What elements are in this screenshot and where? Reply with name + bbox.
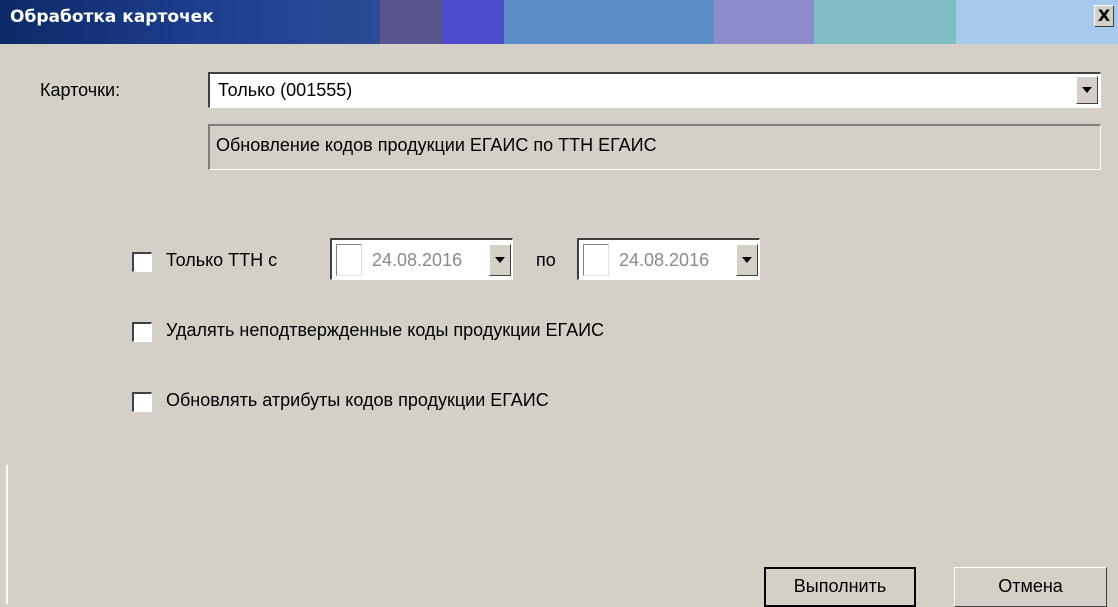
date-to-picker[interactable]: 24.08.2016 xyxy=(577,238,760,280)
window-title: Обработка карточек xyxy=(10,7,214,27)
title-bar: Обработка карточек X xyxy=(0,0,1118,44)
delete-unconfirmed-label: Удалять неподтвержденные коды продукции … xyxy=(166,320,605,340)
title-gradient xyxy=(442,0,504,44)
date-to-checkbox[interactable] xyxy=(583,244,609,276)
chevron-down-icon[interactable] xyxy=(736,244,758,276)
date-to-value: 24.08.2016 xyxy=(619,250,710,270)
close-button[interactable]: X xyxy=(1094,5,1114,27)
only-ttn-checkbox[interactable] xyxy=(132,252,152,272)
execute-button[interactable]: Выполнить xyxy=(764,567,916,607)
cards-description-field: Обновление кодов продукции ЕГАИС по ТТН … xyxy=(208,124,1101,170)
chevron-down-icon[interactable] xyxy=(489,244,511,276)
cards-selected-value: Только (001555) xyxy=(218,80,353,100)
title-gradient xyxy=(714,0,814,44)
title-gradient xyxy=(814,0,956,44)
chevron-down-icon[interactable] xyxy=(1076,76,1098,104)
date-range-to-label: по xyxy=(536,250,556,270)
delete-unconfirmed-checkbox[interactable] xyxy=(132,322,152,342)
cards-label: Карточки: xyxy=(40,80,121,100)
cards-description: Обновление кодов продукции ЕГАИС по ТТН … xyxy=(216,135,657,155)
update-attributes-label: Обновлять атрибуты кодов продукции ЕГАИС xyxy=(166,390,549,410)
title-gradient xyxy=(504,0,714,44)
divider xyxy=(6,465,8,604)
close-icon: X xyxy=(1097,6,1111,25)
date-from-picker[interactable]: 24.08.2016 xyxy=(330,238,513,280)
only-ttn-label: Только ТТН с xyxy=(166,250,278,270)
cards-select[interactable]: Только (001555) xyxy=(208,72,1101,108)
date-from-checkbox[interactable] xyxy=(336,244,362,276)
date-from-value: 24.08.2016 xyxy=(372,250,463,270)
title-gradient xyxy=(380,0,442,44)
cancel-button[interactable]: Отмена xyxy=(954,567,1107,607)
update-attributes-checkbox[interactable] xyxy=(132,392,152,412)
